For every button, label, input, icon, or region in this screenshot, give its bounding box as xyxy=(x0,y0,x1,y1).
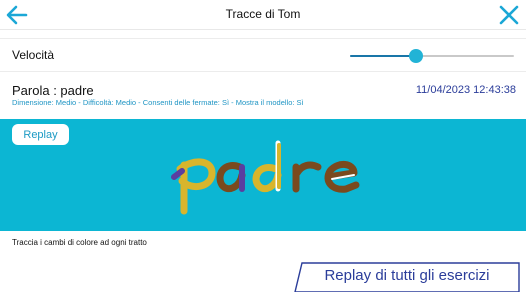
slider-fill xyxy=(350,55,416,57)
hint-text: Traccia i cambi di colore ad ogni tratto xyxy=(12,238,147,247)
tracing-canvas: Replay xyxy=(0,119,526,231)
page-title: Tracce di Tom xyxy=(225,7,301,21)
replay-all-label: Replay di tutti gli esercizi xyxy=(324,267,490,284)
replay-button[interactable]: Replay xyxy=(12,124,69,145)
exercise-info: Parola : padre 11/04/2023 12:43:38 Dimen… xyxy=(0,80,526,120)
header-bar: Tracce di Tom xyxy=(0,0,526,30)
exercise-datetime: 11/04/2023 12:43:38 xyxy=(415,84,516,96)
replay-all-button[interactable]: Replay di tutti gli esercizi xyxy=(294,262,520,292)
speed-row: Velocità xyxy=(0,38,526,72)
close-icon xyxy=(499,5,519,25)
exercise-details: Dimensione: Medio - Difficoltà: Medio - … xyxy=(12,98,304,107)
slider-thumb[interactable] xyxy=(408,49,423,63)
word-label: Parola : padre xyxy=(12,83,94,98)
speed-slider[interactable] xyxy=(350,48,514,64)
close-button[interactable] xyxy=(496,2,522,28)
traced-word-drawing xyxy=(171,140,360,215)
speed-label: Velocità xyxy=(12,48,55,62)
